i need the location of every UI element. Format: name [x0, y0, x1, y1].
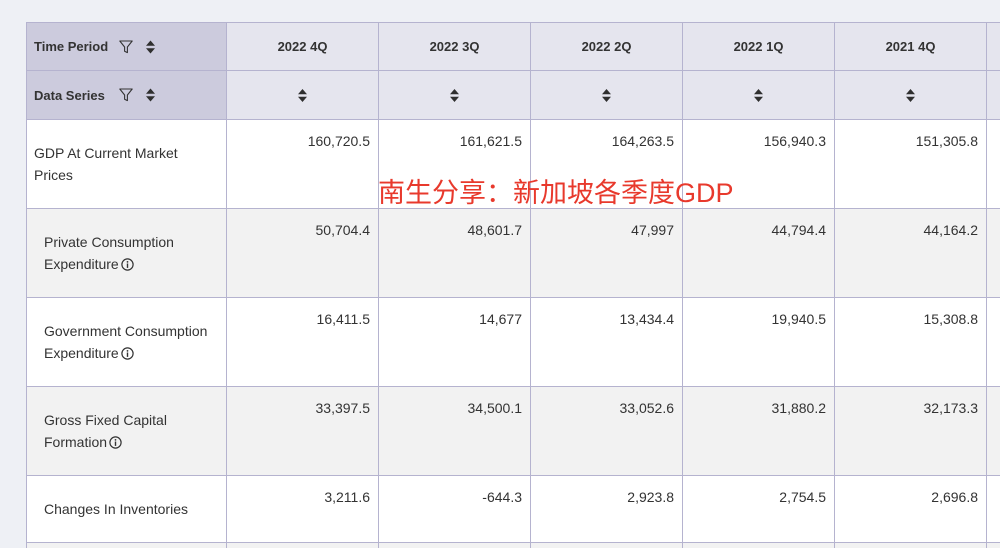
truncated-row-cell: [227, 543, 379, 548]
table-cell: 48,601.7: [379, 209, 531, 298]
data-series-header: Data Series: [26, 71, 227, 120]
truncated-column-cell: [987, 298, 1000, 387]
row-label-text: GDP At Current Market Prices: [34, 145, 178, 183]
table-cell: 19,940.5: [683, 298, 835, 387]
truncated-column-cell: [987, 476, 1000, 543]
table-cell: 3,211.6: [227, 476, 379, 543]
row-label-gross-fixed-capital-formation: Gross Fixed Capital Formation: [26, 387, 227, 476]
row-label-text: Private Consumption Expenditure: [44, 234, 174, 272]
table-cell: 2,754.5: [683, 476, 835, 543]
column-header-2022-2q[interactable]: 2022 2Q: [531, 22, 683, 71]
truncated-row-cell: [835, 543, 987, 548]
column-sort-icon[interactable]: [450, 88, 459, 102]
info-icon[interactable]: [121, 258, 134, 271]
column-header-label: 2022 2Q: [581, 39, 632, 54]
truncated-column-cell: [987, 120, 1000, 209]
time-period-label: Time Period: [34, 39, 109, 54]
column-header-2022-4q[interactable]: 2022 4Q: [227, 22, 379, 71]
column-sort-icon[interactable]: [906, 88, 915, 102]
row-label-text: Changes In Inventories: [44, 501, 188, 517]
truncated-column-header: [987, 22, 1000, 71]
table-cell: 2,923.8: [531, 476, 683, 543]
time-period-filter-icon[interactable]: [119, 39, 133, 54]
column-sort-cell: [835, 71, 987, 120]
data-series-filter-icon[interactable]: [119, 88, 133, 102]
truncated-row-cell: [683, 543, 835, 548]
table-cell: 16,411.5: [227, 298, 379, 387]
column-sort-cell: [683, 71, 835, 120]
table-cell: 33,052.6: [531, 387, 683, 476]
truncated-row-cell: [531, 543, 683, 548]
truncated-row-cell: [379, 543, 531, 548]
column-sort-cell: [531, 71, 683, 120]
truncated-column-cell: [987, 387, 1000, 476]
table-cell: 50,704.4: [227, 209, 379, 298]
info-icon[interactable]: [121, 347, 134, 360]
truncated-row-cell: [26, 543, 227, 548]
table-cell: 14,677: [379, 298, 531, 387]
table-cell: 13,434.4: [531, 298, 683, 387]
column-sort-icon[interactable]: [602, 88, 611, 102]
info-icon[interactable]: [109, 436, 122, 449]
truncated-column-cell: [987, 209, 1000, 298]
data-series-sort-icon[interactable]: [146, 88, 155, 102]
row-label-text: Gross Fixed Capital Formation: [44, 412, 167, 450]
time-period-header: Time Period: [26, 22, 227, 71]
column-header-label: 2022 4Q: [277, 39, 328, 54]
truncated-row-cell: [987, 543, 1000, 548]
column-header-2021-4q[interactable]: 2021 4Q: [835, 22, 987, 71]
table-cell: 2,696.8: [835, 476, 987, 543]
column-header-2022-3q[interactable]: 2022 3Q: [379, 22, 531, 71]
row-label-private-consumption-expenditure: Private Consumption Expenditure: [26, 209, 227, 298]
column-sort-cell: [379, 71, 531, 120]
column-header-label: 2022 1Q: [733, 39, 784, 54]
column-header-2022-1q[interactable]: 2022 1Q: [683, 22, 835, 71]
watermark-text: 南生分享：新加坡各季度GDP: [378, 178, 734, 208]
table-cell: 33,397.5: [227, 387, 379, 476]
time-period-sort-icon[interactable]: [146, 40, 155, 53]
table-cell: 34,500.1: [379, 387, 531, 476]
column-sort-cell: [227, 71, 379, 120]
column-sort-icon[interactable]: [754, 88, 763, 102]
table-cell: -644.3: [379, 476, 531, 543]
table-cell: 32,173.3: [835, 387, 987, 476]
column-header-label: 2022 3Q: [429, 39, 480, 54]
table-cell: 44,164.2: [835, 209, 987, 298]
table-cell: 44,794.4: [683, 209, 835, 298]
table-cell: 151,305.8: [835, 120, 987, 209]
table-cell: 15,308.8: [835, 298, 987, 387]
column-sort-icon[interactable]: [298, 88, 307, 102]
column-header-label: 2021 4Q: [885, 39, 936, 54]
data-table: Time Period 2022 4Q 2022 3Q 2022 2Q 2022…: [26, 22, 1000, 548]
table-cell: 47,997: [531, 209, 683, 298]
data-series-label: Data Series: [34, 87, 105, 103]
table-cell: 31,880.2: [683, 387, 835, 476]
truncated-column-header: [987, 71, 1000, 120]
row-label-government-consumption-expenditure: Government Consumption Expenditure: [26, 298, 227, 387]
row-label-gdp-at-current-market-prices: GDP At Current Market Prices: [26, 120, 227, 209]
table-cell: 160,720.5: [227, 120, 379, 209]
row-label-changes-in-inventories: Changes In Inventories: [26, 476, 227, 543]
